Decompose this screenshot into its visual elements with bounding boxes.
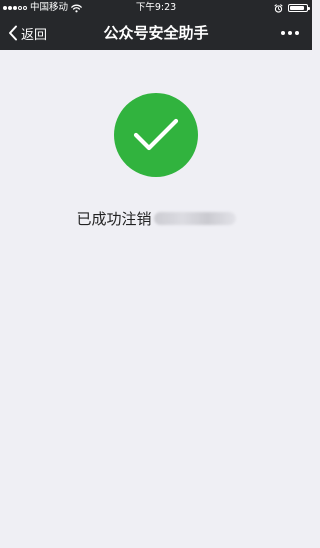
battery-level-fill: [290, 6, 304, 10]
result-text: 已成功注销: [76, 209, 152, 228]
alarm-clock-icon: [274, 3, 283, 13]
more-button[interactable]: [278, 16, 302, 50]
more-dot: [295, 31, 299, 35]
back-label: 返回: [21, 27, 48, 43]
back-button[interactable]: 返回: [8, 16, 47, 50]
more-dot: [281, 31, 285, 35]
status-time: 下午9:23: [135, 2, 177, 13]
result-message: 已成功注销: [0, 206, 312, 230]
status-right: [274, 0, 310, 16]
chevron-left-icon: [8, 25, 18, 41]
redacted-account-name: [153, 211, 236, 225]
battery-icon: [288, 4, 310, 12]
more-dot: [288, 31, 292, 35]
top-chrome: 中国移动 下午9:23 返回 公众号安全助手: [0, 0, 312, 50]
navigation-bar: 返回 公众号安全助手: [0, 16, 312, 50]
battery-nub: [308, 7, 310, 10]
checkmark-circle-icon: [114, 93, 198, 177]
status-bar: 中国移动 下午9:23: [0, 0, 312, 16]
